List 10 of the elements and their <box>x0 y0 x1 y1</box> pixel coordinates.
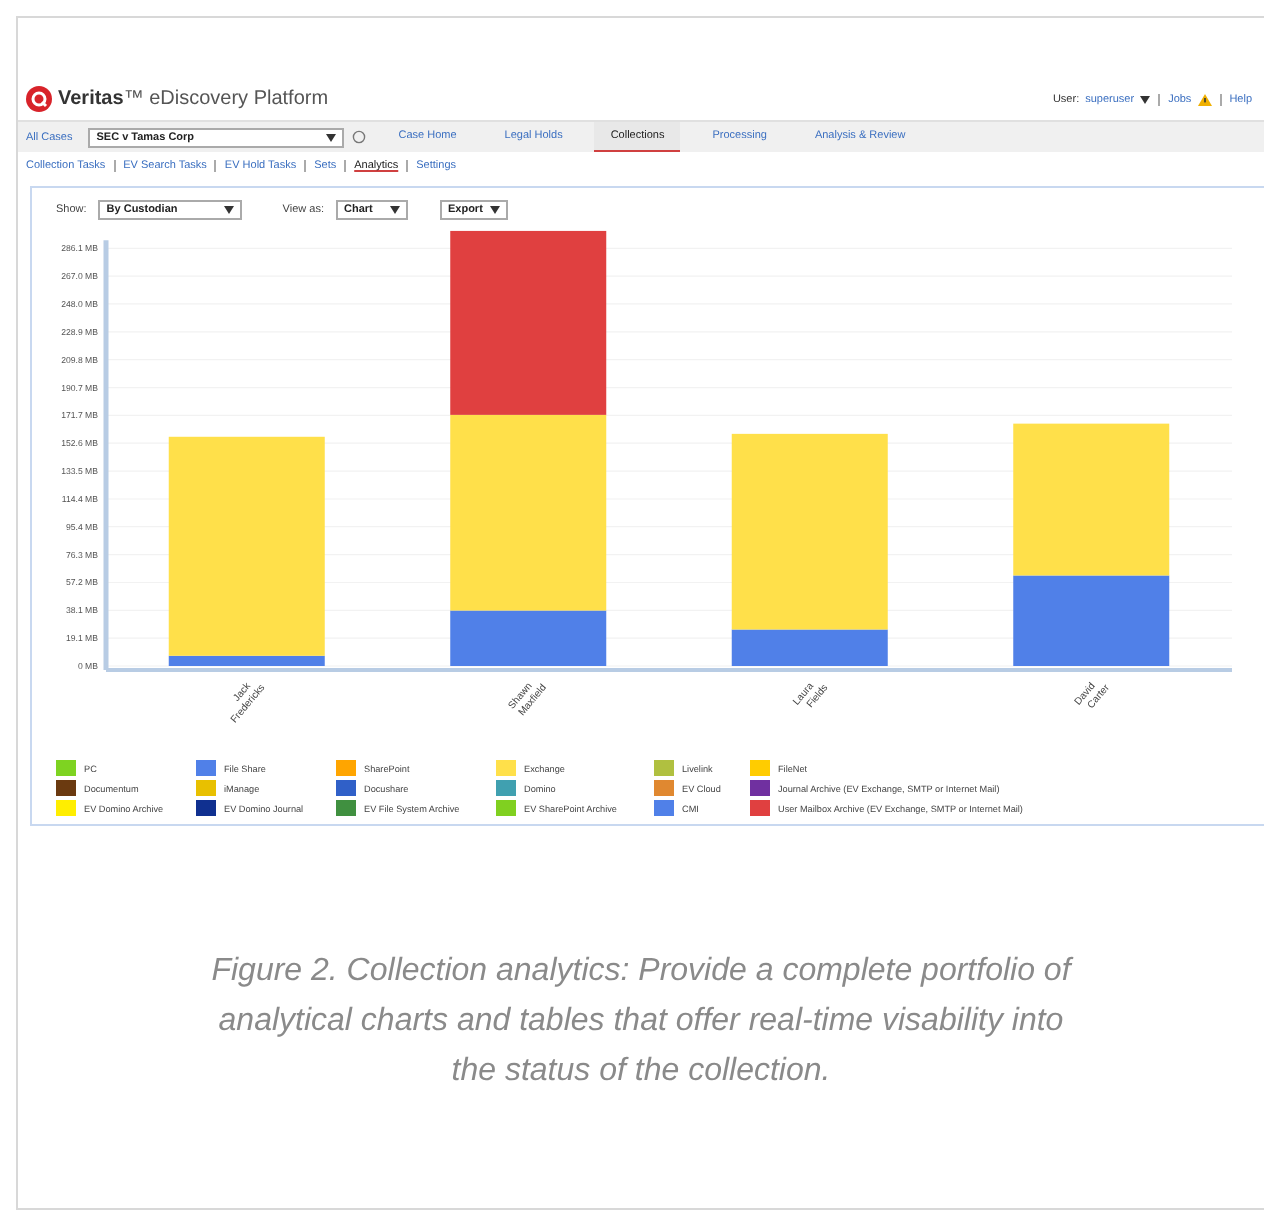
caret-icon <box>1140 95 1151 103</box>
caret-icon <box>389 206 400 214</box>
refresh-icon[interactable] <box>352 130 367 144</box>
caret-icon <box>224 206 235 214</box>
warning-icon[interactable] <box>1197 93 1212 105</box>
logo-icon <box>26 86 52 112</box>
app-title: Veritas™ eDiscovery Platform <box>58 88 329 110</box>
figure-caption: Figure 2. Collection analytics: Provide a complete portfolio of analytical charts and tables that offer real-time visability into the status of the collection. <box>211 952 1071 1092</box>
caret-icon <box>326 133 337 141</box>
caret-icon <box>490 206 501 214</box>
